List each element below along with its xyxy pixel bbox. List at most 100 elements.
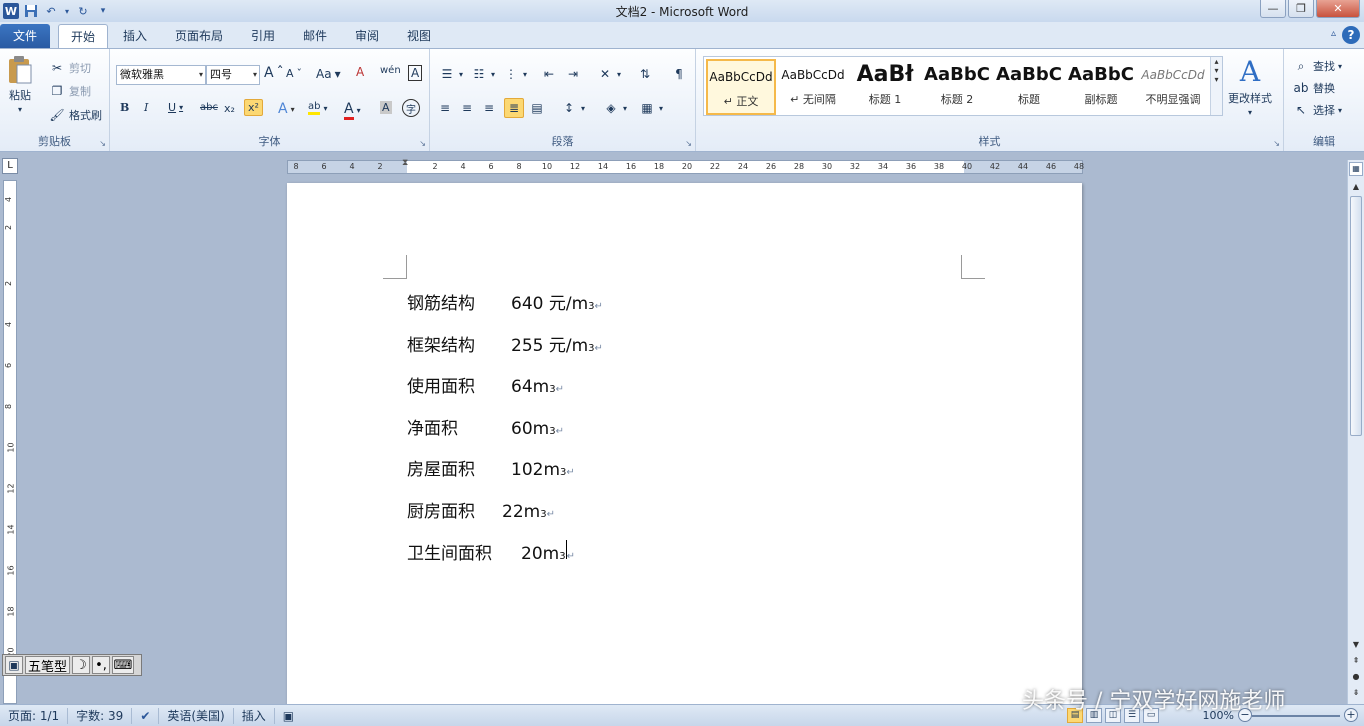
minimize-button[interactable]: —	[1260, 0, 1286, 18]
document-line[interactable]: 框架结构 255 元/m 3 ↵	[407, 331, 603, 373]
decrease-indent-button[interactable]: ⇤	[540, 65, 558, 83]
tab-mailings[interactable]: 邮件	[294, 24, 336, 48]
ime-logo-icon[interactable]: ▣	[5, 656, 23, 674]
document-line[interactable]: 钢筋结构 640 元/m 3 ↵	[407, 289, 603, 331]
ime-mode-button[interactable]: 五笔型	[25, 656, 71, 675]
phonetic-guide-button[interactable]: wén	[380, 65, 401, 76]
previous-page-icon[interactable]: ⇞	[1349, 654, 1363, 668]
tab-insert[interactable]: 插入	[114, 24, 156, 48]
underline-button[interactable]: U ▾	[168, 101, 183, 114]
vertical-ruler[interactable]: 4 2 2 4 6 8 10 12 14 16 18 20	[3, 180, 17, 704]
styles-dialog-launcher-icon[interactable]: ↘	[1273, 139, 1280, 148]
select-browse-object-icon[interactable]: ●	[1349, 670, 1363, 684]
bullets-button[interactable]: ☰ ▾	[438, 65, 463, 83]
gallery-scroll[interactable]: ▴ ▾ ▾	[1210, 57, 1222, 115]
page-count[interactable]: 页面: 1/1	[0, 707, 69, 724]
strikethrough-button[interactable]: abc	[200, 102, 218, 113]
paste-button[interactable]: 粘贴 ▾	[6, 55, 34, 114]
chinese-layout-button[interactable]: ✕ ▾	[596, 65, 621, 83]
word-app-icon[interactable]: W	[3, 3, 19, 19]
paragraph-dialog-launcher-icon[interactable]: ↘	[685, 139, 692, 148]
style-heading-2[interactable]: AaBbC 标题 2	[922, 59, 992, 115]
next-page-icon[interactable]: ⇟	[1349, 686, 1363, 700]
find-button[interactable]: ⌕ 查找 ▾	[1292, 57, 1342, 75]
horizontal-ruler[interactable]: ⧗ 8 6 4 2 2 4 6 8 10 12 14 16 18 20 22 24 26 28 30 32 34 36 38…	[287, 158, 1084, 174]
ruler-toggle-icon[interactable]: ▦	[1349, 162, 1363, 176]
document-line[interactable]: 使用面积 64m 3 ↵	[407, 372, 603, 414]
soft-keyboard-icon[interactable]: ⌨	[112, 656, 135, 674]
macro-record-icon[interactable]: ▣	[275, 708, 302, 724]
word-count[interactable]: 字数: 39	[68, 707, 133, 724]
char-shading-button[interactable]: A	[380, 101, 392, 114]
highlight-button[interactable]: ab ▾	[308, 101, 328, 115]
font-color-button[interactable]: A ▾	[344, 101, 361, 120]
style-subtle-emphasis[interactable]: AaBbCcDd 不明显强调	[1138, 59, 1208, 115]
bold-button[interactable]: B	[120, 101, 129, 114]
style-subtitle[interactable]: AaBbC 副标题	[1066, 59, 1136, 115]
insert-mode[interactable]: 插入	[234, 707, 275, 724]
save-icon[interactable]	[23, 3, 39, 19]
char-border-button[interactable]: A	[408, 65, 423, 81]
tab-references[interactable]: 引用	[242, 24, 284, 48]
distributed-button[interactable]: ▤	[528, 99, 546, 117]
close-button[interactable]: ✕	[1316, 0, 1360, 18]
zoom-in-icon[interactable]: +	[1344, 708, 1358, 722]
style-normal[interactable]: AaBbCcDd ↵ 正文	[706, 59, 776, 115]
text-effects-button[interactable]: A ▾	[278, 101, 295, 117]
document-line[interactable]: 厨房面积 22m 3 ↵	[407, 497, 603, 539]
help-icon[interactable]: ?	[1342, 26, 1360, 44]
document-page[interactable]: 钢筋结构 640 元/m 3 ↵ 框架结构 255 元/m 3 ↵ 使用面积 64m 3 ↵ 净面积 60…	[287, 183, 1082, 706]
change-case-button[interactable]: Aa ▾	[316, 67, 341, 81]
multilevel-list-button[interactable]: ⋮ ▾	[502, 65, 527, 83]
tab-review[interactable]: 审阅	[346, 24, 388, 48]
justify-button[interactable]: ≣	[504, 98, 524, 118]
scroll-down-icon[interactable]: ▼	[1349, 638, 1363, 652]
superscript-button[interactable]: x²	[244, 99, 263, 116]
font-name-combo[interactable]: 微软雅黑 ▾	[116, 65, 206, 85]
document-line[interactable]: 房屋面积 102m 3 ↵	[407, 455, 603, 497]
scroll-thumb[interactable]	[1350, 196, 1362, 436]
document-body[interactable]: 钢筋结构 640 元/m 3 ↵ 框架结构 255 元/m 3 ↵ 使用面积 64m 3 ↵ 净面积 60…	[407, 289, 603, 580]
line-spacing-button[interactable]: ↕ ▾	[560, 99, 585, 117]
sort-button[interactable]: ⇅	[636, 65, 654, 83]
align-left-button[interactable]: ≡	[436, 99, 454, 117]
italic-button[interactable]: I	[144, 101, 148, 114]
enclose-char-button[interactable]: 字	[402, 99, 420, 117]
undo-dropdown-icon[interactable]: ▾	[63, 3, 71, 19]
tab-home[interactable]: 开始	[58, 24, 108, 48]
scroll-up-icon[interactable]: ▲	[1349, 180, 1363, 194]
clear-format-button[interactable]: A	[356, 65, 364, 79]
style-heading-1[interactable]: AaBł 标题 1	[850, 59, 920, 115]
style-title[interactable]: AaBbC 标题	[994, 59, 1064, 115]
language[interactable]: 英语(美国)	[159, 707, 234, 724]
document-line[interactable]: 净面积 60m 3 ↵	[407, 414, 603, 456]
increase-indent-button[interactable]: ⇥	[564, 65, 582, 83]
redo-icon[interactable]: ↻	[75, 3, 91, 19]
shrink-font-button[interactable]: Aˇ	[286, 67, 302, 80]
change-styles-button[interactable]: A 更改样式 ▾	[1228, 55, 1272, 117]
font-size-combo[interactable]: 四号 ▾	[206, 65, 260, 85]
style-no-spacing[interactable]: AaBbCcDd ↵ 无间隔	[778, 59, 848, 115]
cut-button[interactable]: ✂ 剪切	[48, 59, 91, 77]
proofing-icon[interactable]: ✔	[132, 707, 160, 724]
vertical-scrollbar[interactable]: ▦ ▲ ▼ ⇞ ● ⇟	[1347, 160, 1364, 704]
tab-selector[interactable]: L	[2, 158, 18, 174]
copy-button[interactable]: ❐ 复制	[48, 82, 91, 100]
show-marks-button[interactable]: ¶	[670, 65, 688, 83]
tab-file[interactable]: 文件	[0, 24, 50, 48]
document-line[interactable]: 卫生间面积 20m 3 ↵	[407, 539, 603, 581]
customize-qat-icon[interactable]: ▾	[95, 3, 111, 19]
clipboard-dialog-launcher-icon[interactable]: ↘	[99, 139, 106, 148]
restore-button[interactable]: ❐	[1288, 0, 1314, 18]
tab-page-layout[interactable]: 页面布局	[168, 24, 230, 48]
minimize-ribbon-icon[interactable]: ▵	[1331, 28, 1336, 39]
indent-marker-icon[interactable]: ⧗	[402, 158, 408, 168]
punctuation-icon[interactable]: •,	[92, 656, 111, 674]
tab-view[interactable]: 视图	[398, 24, 440, 48]
subscript-button[interactable]: x₂	[224, 102, 235, 115]
grow-font-button[interactable]: Aˆ	[264, 65, 284, 81]
zoom-slider[interactable]	[1252, 715, 1340, 717]
font-dialog-launcher-icon[interactable]: ↘	[419, 139, 426, 148]
select-button[interactable]: ↖ 选择 ▾	[1292, 101, 1342, 119]
align-center-button[interactable]: ≡	[458, 99, 476, 117]
